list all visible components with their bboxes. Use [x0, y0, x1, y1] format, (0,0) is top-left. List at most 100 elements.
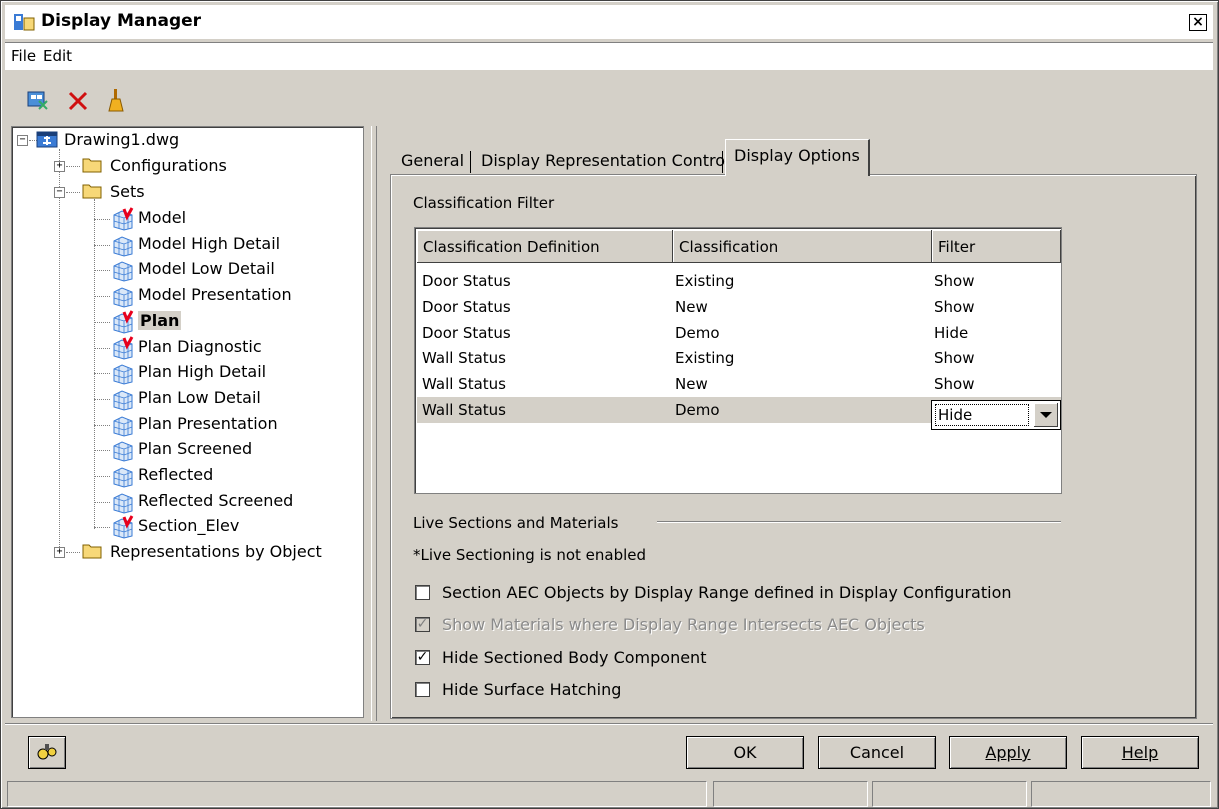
cell-definition[interactable]: Door Status: [422, 324, 511, 342]
live-sectioning-note: *Live Sectioning is not enabled: [413, 546, 647, 564]
folder-icon: [82, 155, 102, 177]
filter-dropdown[interactable]: Hide: [931, 400, 1061, 430]
option-checkbox[interactable]: ✓: [415, 650, 430, 665]
tree-connector: [94, 296, 110, 298]
tree-node-label: Model Low Detail: [138, 259, 275, 279]
menu-edit[interactable]: Edit: [43, 47, 72, 65]
tree-node-label: Representations by Object: [110, 542, 322, 561]
tree-node-label: Plan Presentation: [138, 413, 278, 433]
tab-general[interactable]: General: [393, 145, 472, 175]
display-set-icon: [110, 490, 136, 518]
column-header-filter[interactable]: Filter: [932, 230, 1061, 263]
tree-connector: [94, 199, 95, 529]
option-label: Show Materials where Display Range Inter…: [442, 615, 925, 634]
cancel-button[interactable]: Cancel: [818, 736, 936, 769]
panel-splitter[interactable]: [371, 126, 377, 721]
tree-node-label: Plan Low Detail: [138, 387, 261, 407]
cell-classification[interactable]: New: [675, 298, 708, 316]
display-set-icon: [110, 387, 136, 415]
dropdown-arrow-icon[interactable]: [1034, 403, 1058, 427]
broom-icon[interactable]: [103, 87, 129, 113]
delete-icon[interactable]: [65, 87, 91, 113]
option-checkbox[interactable]: [415, 682, 430, 697]
table-row[interactable]: Door Status Existing Show: [417, 268, 1061, 294]
status-cell: [1031, 781, 1211, 807]
option-label[interactable]: Hide Surface Hatching: [442, 680, 621, 699]
display-set-icon: [110, 464, 136, 492]
tree-node-label: Configurations: [110, 156, 227, 175]
cell-classification[interactable]: Demo: [675, 324, 720, 342]
purge-icon[interactable]: [25, 87, 51, 113]
cell-definition[interactable]: Door Status: [422, 298, 511, 316]
cell-filter[interactable]: Show: [934, 349, 974, 367]
tree-connector: [94, 501, 110, 503]
option-label[interactable]: Hide Sectioned Body Component: [442, 648, 706, 667]
tree-connector: [94, 321, 110, 323]
tree-node-label: Reflected: [138, 465, 214, 484]
tree-connector: [66, 192, 80, 193]
option-checkbox[interactable]: [415, 585, 430, 600]
cell-filter[interactable]: Show: [934, 298, 974, 316]
display-set-icon: [110, 310, 136, 338]
title-bar: Display Manager ×: [5, 5, 1213, 39]
cell-classification[interactable]: New: [675, 375, 708, 393]
menu-file[interactable]: File: [11, 47, 36, 65]
tree-node-label: Section_Elev: [138, 516, 240, 536]
tree-connector: [94, 450, 110, 452]
filter-dropdown-value: Hide: [935, 404, 1029, 426]
tree-connector: [94, 476, 110, 477]
tree-node-label: Plan High Detail: [138, 362, 267, 382]
classification-filter-label: Classification Filter: [413, 194, 555, 212]
column-header-classification[interactable]: Classification: [673, 230, 932, 263]
tab-display-representation-control[interactable]: Display Representation Control: [473, 145, 738, 175]
expand-icon[interactable]: +: [54, 547, 65, 558]
expand-icon[interactable]: +: [54, 161, 65, 172]
cell-definition[interactable]: Door Status: [422, 272, 511, 290]
group-divider: [657, 521, 1061, 523]
display-set-icon: [110, 515, 136, 543]
table-row[interactable]: Wall Status New Show: [417, 371, 1061, 397]
tree-connector: [59, 149, 60, 551]
tree-connector: [94, 527, 110, 529]
display-set-icon: [110, 233, 136, 261]
tab-separator: [722, 151, 723, 173]
tree-connector: [94, 424, 110, 426]
tab-display-options[interactable]: Display Options: [725, 139, 870, 176]
display-manager-window: Display Manager × File Edit − Drawing1.dw…: [0, 0, 1219, 809]
tab-separator: [470, 151, 471, 173]
cell-definition[interactable]: Wall Status: [422, 349, 506, 367]
display-set-icon: [110, 284, 136, 312]
cell-definition[interactable]: Wall Status: [422, 375, 506, 393]
ok-button[interactable]: OK: [686, 736, 804, 769]
option-label[interactable]: Section AEC Objects by Display Range def…: [442, 583, 1012, 602]
drawing-icon: [36, 129, 58, 153]
status-cell: [872, 781, 1027, 807]
collapse-icon[interactable]: −: [54, 187, 65, 198]
table-row[interactable]: Wall Status Existing Show: [417, 345, 1061, 371]
menu-bar: File Edit: [5, 42, 1213, 70]
cell-filter[interactable]: Show: [934, 375, 974, 393]
cell-filter[interactable]: Show: [934, 272, 974, 290]
find-button[interactable]: [28, 736, 66, 769]
column-header-definition[interactable]: Classification Definition: [417, 230, 673, 263]
apply-button[interactable]: Apply: [949, 736, 1067, 769]
tree-view[interactable]: − Drawing1.dwg + Configurations − Sets Model …: [11, 126, 364, 718]
cell-classification[interactable]: Existing: [675, 349, 734, 367]
table-row[interactable]: Door Status Demo Hide: [417, 320, 1061, 346]
tree-node-label: Model Presentation: [138, 285, 292, 305]
table-row[interactable]: Door Status New Show: [417, 294, 1061, 320]
window-title: Display Manager: [41, 11, 202, 31]
collapse-icon[interactable]: −: [17, 135, 28, 146]
cell-filter[interactable]: Hide: [934, 324, 968, 342]
cell-classification[interactable]: Demo: [675, 401, 720, 419]
display-set-icon: [110, 438, 136, 466]
classification-grid[interactable]: Classification Definition Classification…: [414, 227, 1062, 494]
tree-node-label: Plan Screened: [138, 439, 253, 459]
tree-connector: [66, 166, 80, 167]
close-button[interactable]: ×: [1189, 14, 1207, 31]
cell-classification[interactable]: Existing: [675, 272, 734, 290]
folder-icon: [82, 541, 102, 563]
cell-definition[interactable]: Wall Status: [422, 401, 506, 419]
help-button[interactable]: Help: [1081, 736, 1199, 769]
live-sections-label: Live Sections and Materials: [413, 514, 619, 532]
